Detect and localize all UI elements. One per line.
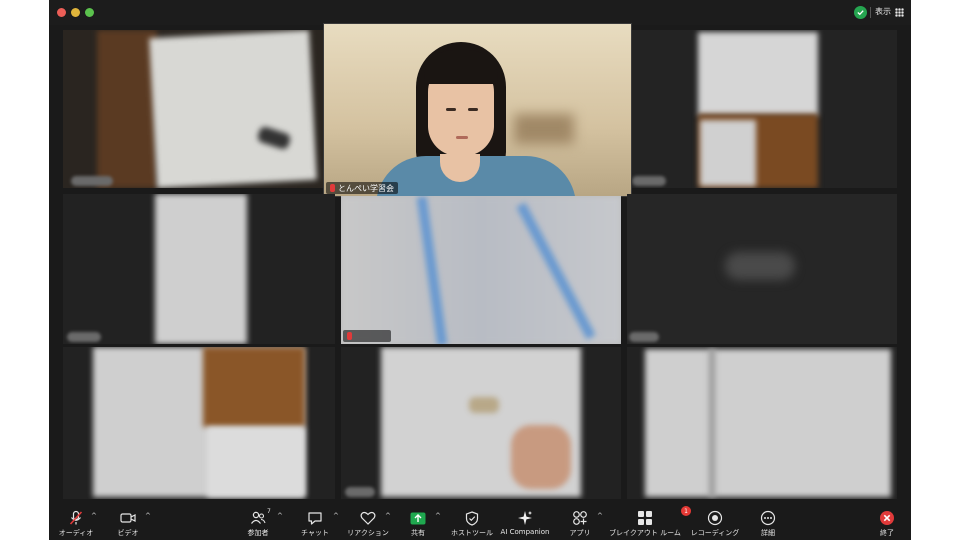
participant-name-blurred [629, 332, 659, 342]
chat-label: チャット [301, 529, 329, 537]
zoom-window: 表示 とんぺい学習会 オーディオ ^ ビデオ ^ 参加者 7 ^ チャット ^ … [49, 0, 911, 540]
reactions-label: リアクション [347, 529, 389, 537]
reactions-options-caret[interactable]: ^ [385, 512, 391, 520]
participants-options-caret[interactable]: ^ [277, 512, 283, 520]
ai-companion-button[interactable]: AI Companion [499, 503, 551, 540]
participants-icon [251, 511, 266, 524]
more-label: 詳細 [761, 529, 775, 537]
mic-muted-icon [330, 184, 335, 192]
audio-button[interactable]: オーディオ [57, 503, 95, 540]
share-label: 共有 [411, 529, 425, 537]
video-button[interactable]: ビデオ [111, 503, 145, 540]
ai-sparkle-icon [518, 511, 532, 525]
video-options-caret[interactable]: ^ [145, 512, 151, 520]
apps-button[interactable]: アプリ [563, 503, 597, 540]
share-options-caret[interactable]: ^ [435, 512, 441, 520]
video-tile[interactable] [63, 347, 335, 499]
host-name-label: とんぺい学習会 [338, 183, 394, 193]
participant-name-blurred [632, 176, 666, 186]
audio-label: オーディオ [58, 529, 94, 537]
participants-label: 参加者 [247, 529, 269, 537]
mic-muted-icon [69, 510, 83, 525]
video-tile[interactable] [627, 194, 897, 344]
chat-button[interactable]: チャット [297, 503, 333, 540]
meeting-toolbar: オーディオ ^ ビデオ ^ 参加者 7 ^ チャット ^ リアクション ^ 共有… [49, 503, 911, 540]
participant-name-blurred [345, 487, 375, 497]
participants-count: 7 [267, 508, 271, 515]
mic-muted-icon [347, 332, 352, 340]
video-tile[interactable] [63, 194, 335, 344]
video-icon [120, 513, 136, 523]
end-icon [880, 511, 894, 525]
participant-name-blurred [71, 176, 113, 186]
host-shield-icon [465, 510, 479, 526]
video-tile[interactable] [341, 196, 621, 344]
apps-icon [573, 511, 587, 525]
close-window-button[interactable] [57, 8, 66, 17]
apps-options-caret[interactable]: ^ [597, 512, 603, 520]
breakout-rooms-label: ブレイクアウト ルーム [609, 529, 681, 537]
security-shield-icon[interactable] [854, 6, 867, 19]
participant-name-tag: とんぺい学習会 [326, 182, 398, 194]
title-bar: 表示 [49, 0, 911, 25]
share-button[interactable]: 共有 [405, 503, 431, 540]
video-tile[interactable] [632, 30, 897, 188]
audio-options-caret[interactable]: ^ [91, 512, 97, 520]
video-tile[interactable] [63, 30, 363, 188]
participant-name-blurred [67, 332, 101, 342]
record-icon [707, 510, 723, 526]
end-meeting-button[interactable]: 終了 [875, 503, 899, 540]
more-button[interactable]: 詳細 [755, 503, 781, 540]
chat-icon [308, 511, 322, 525]
reaction-heart-icon [360, 511, 376, 525]
view-menu-button[interactable]: 表示 [875, 6, 891, 17]
video-tile[interactable] [627, 347, 897, 499]
chat-options-caret[interactable]: ^ [333, 512, 339, 520]
zoom-window-button[interactable] [85, 8, 94, 17]
apps-label: アプリ [569, 529, 591, 537]
minimize-window-button[interactable] [71, 8, 80, 17]
end-label: 終了 [880, 529, 894, 537]
ai-companion-label: AI Companion [500, 528, 550, 536]
breakout-rooms-button[interactable]: 1 ブレイクアウト ルーム [605, 503, 691, 540]
video-label: ビデオ [117, 529, 139, 537]
host-tools-button[interactable]: ホストツール [447, 503, 497, 540]
breakout-grid-icon [638, 511, 652, 525]
video-tile-active-speaker[interactable]: とんぺい学習会 [323, 23, 632, 197]
more-dots-icon [760, 510, 776, 526]
host-tools-label: ホストツール [451, 529, 493, 537]
record-button[interactable]: レコーディング [687, 503, 743, 540]
title-divider [870, 7, 871, 18]
video-tile[interactable] [341, 347, 621, 499]
share-screen-icon [410, 512, 426, 524]
record-label: レコーディング [690, 529, 740, 537]
participant-name-tag [343, 330, 391, 342]
reactions-button[interactable]: リアクション [347, 503, 389, 540]
gallery-grid-icon[interactable] [895, 8, 904, 17]
